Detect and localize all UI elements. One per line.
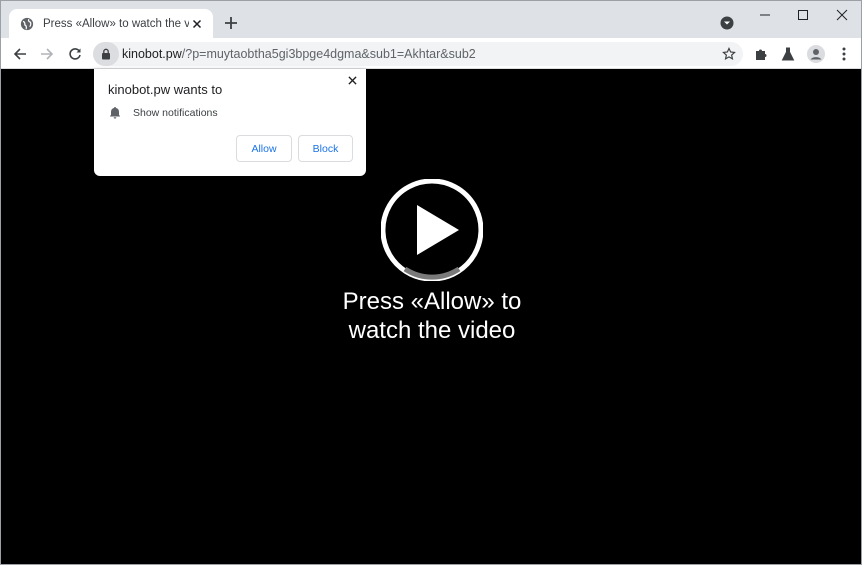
block-button[interactable]: Block	[298, 135, 353, 162]
url-host: kinobot.pw	[122, 47, 182, 61]
globe-icon	[19, 16, 35, 32]
forward-arrow-icon[interactable]	[35, 42, 59, 66]
address-bar[interactable]: kinobot.pw/?p=muytaobtha5gi3bpge4dgma&su…	[93, 42, 743, 66]
tab-title: Press «Allow» to watch the video	[43, 17, 189, 30]
new-tab-plus-icon[interactable]	[221, 13, 241, 33]
popup-title: kinobot.pw wants to	[108, 82, 223, 97]
lock-icon[interactable]	[93, 42, 119, 66]
bookmark-star-icon[interactable]	[717, 42, 741, 66]
press-allow-message: Press «Allow» to watch the video	[281, 287, 583, 345]
tab-search-chevron-icon[interactable]	[717, 13, 737, 33]
browser-window: Press «Allow» to watch the video	[0, 0, 862, 565]
browser-toolbar: kinobot.pw/?p=muytaobtha5gi3bpge4dgma&su…	[1, 38, 861, 69]
popup-close-icon[interactable]	[344, 72, 360, 88]
notification-permission-popup: kinobot.pw wants to Show notifications A…	[94, 69, 366, 176]
allow-button[interactable]: Allow	[236, 135, 292, 162]
labs-flask-icon[interactable]	[776, 42, 800, 66]
maximize-icon[interactable]	[789, 4, 817, 26]
reload-icon[interactable]	[63, 42, 87, 66]
message-line-1: Press «Allow» to	[342, 288, 522, 315]
tab-strip: Press «Allow» to watch the video	[1, 1, 861, 38]
url-path: /?p=muytaobtha5gi3bpge4dgma&sub1=Akhtar&…	[181, 47, 476, 61]
menu-kebab-icon[interactable]	[832, 42, 856, 66]
back-arrow-icon[interactable]	[8, 42, 32, 66]
url-text: kinobot.pw/?p=muytaobtha5gi3bpge4dgma&su…	[122, 47, 717, 61]
play-icon[interactable]	[381, 179, 483, 281]
close-window-icon[interactable]	[828, 4, 856, 26]
profile-avatar-icon[interactable]	[804, 42, 828, 66]
permission-text: Show notifications	[133, 107, 218, 119]
message-line-2: watch the video	[348, 317, 516, 344]
browser-tab[interactable]: Press «Allow» to watch the video	[9, 9, 213, 38]
tab-close-icon[interactable]	[189, 16, 205, 32]
bell-icon	[108, 105, 122, 119]
minimize-icon[interactable]	[751, 4, 779, 26]
extensions-puzzle-icon[interactable]	[749, 42, 773, 66]
